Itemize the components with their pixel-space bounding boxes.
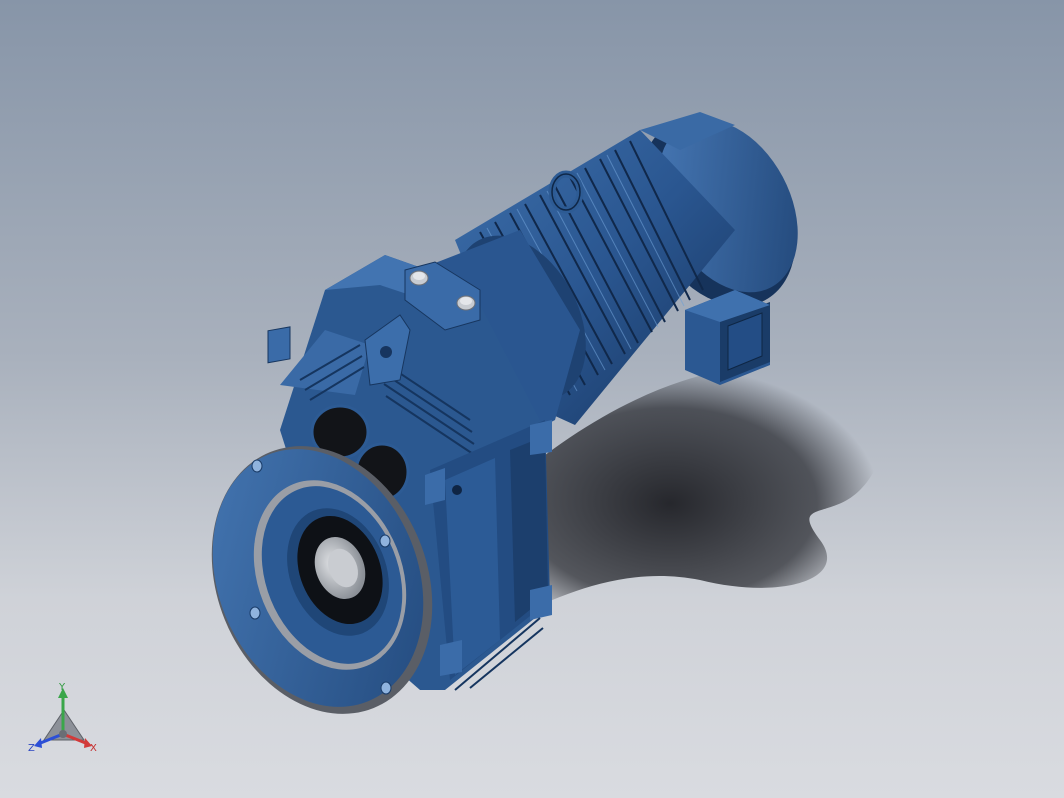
gear-motor-model[interactable] [0, 0, 1064, 798]
graphics-viewport[interactable]: Y X Z [0, 0, 1064, 798]
triad-y-label: Y [58, 682, 66, 693]
triad-z-label: Z [28, 743, 35, 754]
cover-bolt [409, 270, 429, 286]
triad-origin [59, 730, 67, 738]
triad-z-arrow [34, 738, 42, 748]
coordinate-triad: Y X Z [22, 682, 112, 762]
triad-x-label: X [90, 743, 97, 754]
cover-bolt [456, 295, 476, 311]
